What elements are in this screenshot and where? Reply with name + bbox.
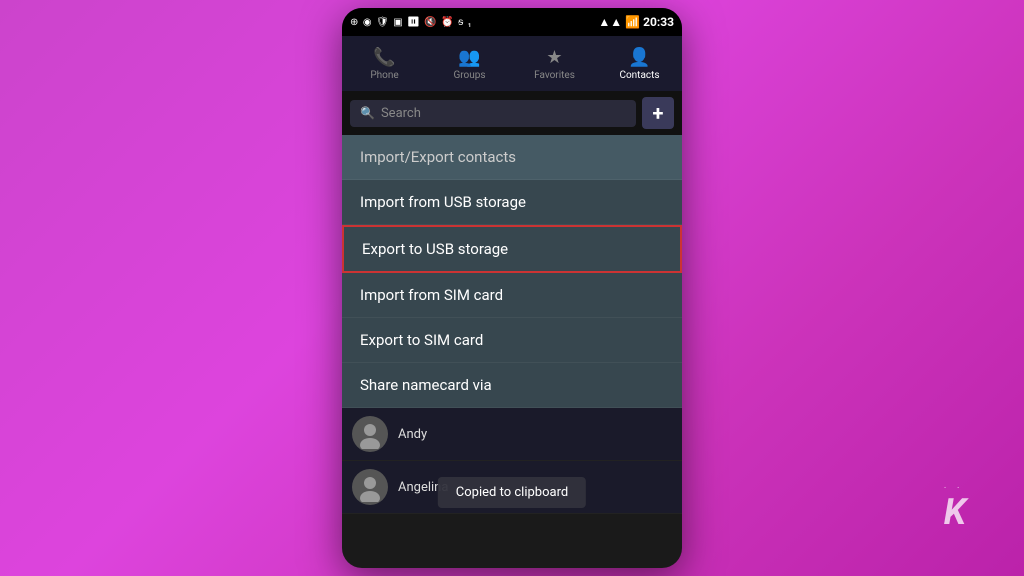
search-field[interactable]: 🔍 Search (350, 100, 636, 127)
avatar-andy (352, 416, 388, 452)
groups-tab-label: Groups (453, 70, 485, 81)
search-icon: 🔍 (360, 106, 375, 120)
search-placeholder: Search (381, 106, 421, 121)
contact-name-andy: Andy (398, 427, 427, 442)
add-contact-button[interactable]: + (642, 97, 674, 129)
contacts-tab-label: Contacts (619, 70, 659, 81)
phone-frame: ⊕ ◉ 🛡 ▣ ⏸ 🔇 ⏰ ᵴ ₁ ▲▲ 📶 20:33 📞 Phone 👥 G… (342, 8, 682, 568)
tab-groups[interactable]: 👥 Groups (427, 36, 512, 91)
nav-tabs: 📞 Phone 👥 Groups ★ Favorites 👤 Contacts (342, 36, 682, 91)
tab-phone[interactable]: 📞 Phone (342, 36, 427, 91)
search-bar: 🔍 Search + (342, 91, 682, 135)
avatar-angelina (352, 469, 388, 505)
favorites-tab-icon: ★ (546, 47, 562, 68)
plus-icon: + (653, 101, 664, 125)
signal-icon: ▲▲ (598, 15, 622, 29)
menu-item-export-sim[interactable]: Export to SIM card (342, 318, 682, 363)
contact-item-andy[interactable]: Andy (342, 408, 682, 461)
phone-tab-icon: 📞 (373, 47, 395, 68)
menu-title: Import/Export contacts (342, 135, 682, 180)
status-bar: ⊕ ◉ 🛡 ▣ ⏸ 🔇 ⏰ ᵴ ₁ ▲▲ 📶 20:33 (342, 8, 682, 36)
menu-item-share-namecard[interactable]: Share namecard via (342, 363, 682, 408)
branding-area: · · K (944, 483, 966, 530)
wifi-icon: 📶 (625, 15, 640, 29)
branding-logo: K (944, 494, 966, 530)
toast-message: Copied to clipboard (456, 485, 568, 500)
tab-contacts[interactable]: 👤 Contacts (597, 36, 682, 91)
contacts-tab-icon: 👤 (628, 47, 650, 68)
tab-favorites[interactable]: ★ Favorites (512, 36, 597, 91)
time-display: 20:33 (643, 15, 674, 29)
status-icons-left: ⊕ ◉ 🛡 ▣ ⏸ 🔇 ⏰ ᵴ ₁ (350, 17, 472, 28)
favorites-tab-label: Favorites (534, 70, 575, 81)
toast-notification: Copied to clipboard (438, 477, 586, 508)
phone-tab-label: Phone (370, 70, 398, 81)
menu-item-export-usb[interactable]: Export to USB storage (342, 225, 682, 273)
import-export-menu: Import/Export contacts Import from USB s… (342, 135, 682, 408)
menu-item-import-usb[interactable]: Import from USB storage (342, 180, 682, 225)
groups-tab-icon: 👥 (458, 47, 480, 68)
menu-item-import-sim[interactable]: Import from SIM card (342, 273, 682, 318)
notification-icons: ⊕ ◉ 🛡 ▣ ⏸ 🔇 ⏰ ᵴ ₁ (350, 17, 472, 28)
status-right: ▲▲ 📶 20:33 (598, 15, 674, 29)
